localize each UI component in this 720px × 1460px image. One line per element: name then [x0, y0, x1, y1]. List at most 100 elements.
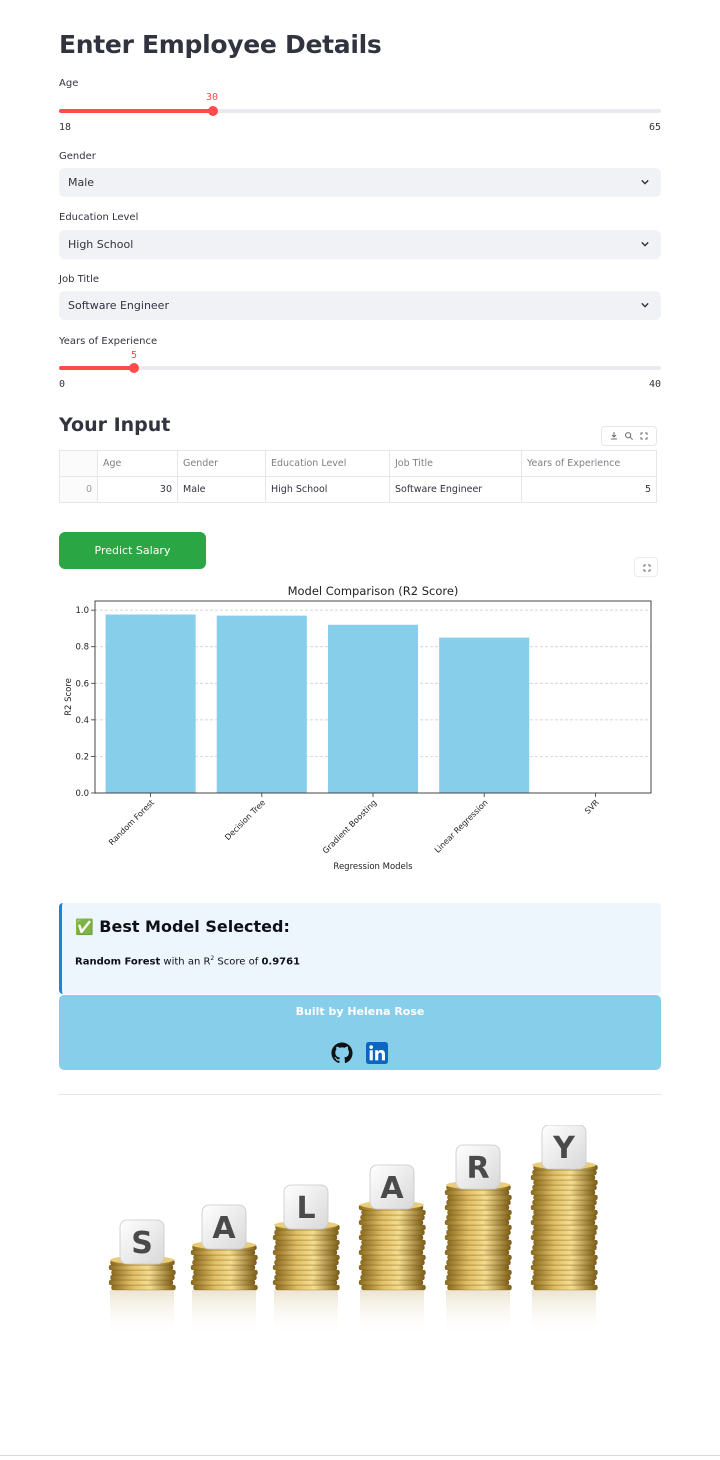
- alert-text: Random Forest with an R2 Score of 0.9761: [75, 955, 300, 967]
- coin: [358, 1219, 424, 1226]
- table-header-row: Age Gender Education Level Job Title Yea…: [59, 450, 657, 477]
- coin: [193, 1284, 258, 1291]
- coin: [446, 1274, 511, 1281]
- predict-salary-button[interactable]: Predict Salary: [59, 532, 206, 569]
- table-cell-education[interactable]: High School: [265, 476, 390, 503]
- coin: [272, 1264, 338, 1271]
- experience-label: Years of Experience: [59, 336, 158, 347]
- coin: [447, 1254, 512, 1261]
- die-letter: A: [380, 1171, 404, 1206]
- coin: [361, 1269, 426, 1276]
- coin: [358, 1279, 424, 1286]
- age-slider-fill: [59, 109, 213, 113]
- job-title-select[interactable]: Software Engineer: [59, 291, 661, 320]
- coin: [530, 1204, 596, 1211]
- coin: [444, 1234, 510, 1241]
- education-label: Education Level: [59, 212, 139, 223]
- coin: [192, 1259, 257, 1266]
- coin: [530, 1279, 596, 1286]
- chart-bar: [439, 637, 530, 793]
- coin: [447, 1269, 512, 1276]
- coin: [533, 1284, 598, 1291]
- coin: [272, 1279, 338, 1286]
- die-letter: Y: [552, 1131, 576, 1166]
- dataframe-toolbar: [601, 426, 657, 446]
- coin: [111, 1269, 176, 1276]
- coin: [447, 1209, 512, 1216]
- salary-coins-image: S A L A R Y: [108, 1125, 598, 1336]
- coin: [533, 1209, 598, 1216]
- coin: [530, 1174, 596, 1181]
- coin: [533, 1179, 598, 1186]
- chart-x-tick-label: SVR: [583, 798, 601, 816]
- coin: [192, 1274, 257, 1281]
- table-column-header: Education Level: [265, 450, 390, 477]
- coin: [361, 1224, 426, 1231]
- best-model-alert: ✅ Best Model Selected: Random Forest wit…: [59, 903, 661, 994]
- fullscreen-icon[interactable]: [639, 431, 649, 441]
- experience-slider-thumb[interactable]: [129, 363, 140, 373]
- coin: [447, 1239, 512, 1246]
- experience-slider-value: 5: [130, 350, 138, 361]
- coin: [446, 1229, 511, 1236]
- input-dataframe[interactable]: Age Gender Education Level Job Title Yea…: [59, 450, 657, 503]
- coin: [361, 1284, 426, 1291]
- experience-slider[interactable]: [59, 363, 661, 373]
- age-label: Age: [59, 78, 79, 89]
- coin: [447, 1194, 512, 1201]
- coin: [274, 1229, 339, 1236]
- chart-x-tick-label: Gradient Boosting: [321, 798, 379, 856]
- coin: [532, 1229, 597, 1236]
- chart-y-tick-label: 0.6: [75, 679, 89, 689]
- table-cell-index: 0: [59, 476, 98, 503]
- table-index-header: [59, 450, 98, 477]
- age-slider-thumb[interactable]: [207, 106, 218, 116]
- chart-y-tick-label: 0.8: [75, 643, 89, 653]
- education-select[interactable]: High School: [59, 230, 661, 259]
- gender-label: Gender: [59, 151, 96, 162]
- check-icon: ✅: [75, 918, 94, 936]
- coin: [444, 1249, 510, 1256]
- section-title-your-input: Your Input: [59, 414, 171, 436]
- download-icon[interactable]: [609, 431, 619, 441]
- coin: [275, 1284, 340, 1291]
- gender-select[interactable]: Male: [59, 168, 661, 197]
- coin: [274, 1244, 339, 1251]
- chevron-down-icon: [641, 241, 649, 247]
- coin: [444, 1279, 510, 1286]
- chart-y-tick-label: 0.4: [75, 716, 89, 726]
- table-column-header: Job Title: [389, 450, 522, 477]
- table-row: 0 30 Male High School Software Engineer …: [59, 476, 657, 503]
- chart-fullscreen-button[interactable]: [634, 557, 658, 577]
- table-column-header: Gender: [177, 450, 266, 477]
- coin: [358, 1264, 424, 1271]
- github-icon[interactable]: [331, 1042, 353, 1064]
- chart-x-axis-label: Regression Models: [333, 862, 413, 872]
- coin-reflection: [532, 1290, 596, 1336]
- table-cell-experience[interactable]: 5: [521, 476, 657, 503]
- search-icon[interactable]: [624, 431, 634, 441]
- chart-y-tick-label: 1.0: [75, 606, 89, 616]
- linkedin-icon[interactable]: [366, 1042, 388, 1064]
- coin: [533, 1254, 598, 1261]
- coin: [108, 1264, 174, 1271]
- coin-reflection: [360, 1290, 424, 1336]
- coin: [446, 1244, 511, 1251]
- coin-reflection: [274, 1290, 338, 1336]
- table-cell-job[interactable]: Software Engineer: [389, 476, 522, 503]
- coin: [361, 1209, 426, 1216]
- age-slider[interactable]: [59, 106, 661, 116]
- experience-slider-max: 40: [649, 379, 662, 390]
- alert-title-text: Best Model Selected:: [99, 917, 290, 936]
- chart-x-tick-label: Linear Regression: [433, 798, 490, 855]
- table-cell-gender[interactable]: Male: [177, 476, 266, 503]
- coin: [444, 1264, 510, 1271]
- coin: [444, 1219, 510, 1226]
- coin: [532, 1169, 597, 1176]
- coin: [360, 1259, 425, 1266]
- page-title: Enter Employee Details: [59, 30, 382, 59]
- job-title-label: Job Title: [59, 274, 100, 285]
- age-slider-max: 65: [649, 122, 662, 133]
- table-cell-age[interactable]: 30: [97, 476, 178, 503]
- coin: [532, 1274, 597, 1281]
